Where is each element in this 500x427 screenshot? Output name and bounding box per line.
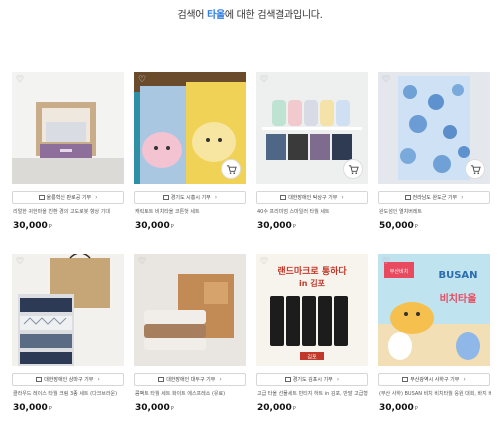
product-price: 30,000P (135, 403, 174, 413)
chevron-right-icon: › (95, 194, 98, 201)
product-description: 캐릭토트 비치타올 코튼헛 세트 (135, 209, 200, 215)
search-prefix: 검색어 (177, 10, 205, 21)
cart-button[interactable] (465, 159, 485, 179)
product-description: 완도섬인 열치버레트 (379, 209, 422, 215)
product-price: 20,000P (257, 403, 296, 413)
heart-icon[interactable]: ♡ (138, 257, 148, 267)
banner-city: BUSAN (438, 270, 477, 281)
product-image[interactable]: 랜드마크로 통하다 in 김포 김포 ♡ (256, 254, 368, 366)
product-description: 고급 타올 선물세트 빈티지 하트 in 김포, 반말 고급형 200g 수건 (257, 391, 369, 397)
donation-badge[interactable]: 경기도 시흥시 기부 › (134, 191, 246, 204)
product-price: 30,000P (257, 221, 296, 231)
heart-icon[interactable]: ♡ (138, 75, 148, 85)
chevron-right-icon: › (341, 194, 344, 201)
product-price: 30,000P (379, 403, 418, 413)
chevron-right-icon: › (219, 376, 222, 383)
product-image[interactable]: ♡ (12, 254, 124, 366)
product-description: 40수 프리미엄 스마일러 타월 세트 (257, 209, 330, 215)
product-photo (134, 254, 246, 366)
store-icon (36, 377, 43, 382)
product-price: 30,000P (13, 403, 52, 413)
store-icon (162, 195, 169, 200)
product-image[interactable]: ♡ (134, 72, 246, 184)
cart-button[interactable] (221, 159, 241, 179)
product-description: 리얼한 귀한마을 친환 경의 고도로봇 향상 기대 (13, 209, 110, 215)
chevron-right-icon: › (214, 194, 218, 201)
heart-icon[interactable]: ♡ (260, 257, 270, 267)
cart-button[interactable] (343, 159, 363, 179)
product-photo: 부산비치 BUSAN 비치타올 (378, 254, 490, 366)
heart-icon[interactable]: ♡ (16, 257, 26, 267)
banner-subline: in 김포 (299, 278, 326, 288)
banner-headline: 랜드마크로 통하다 (277, 265, 347, 277)
store-icon (284, 377, 291, 382)
product-photo: 랜드마크로 통하다 in 김포 김포 (256, 254, 368, 366)
search-keyword: 타올 (207, 10, 225, 21)
banner-brand: 김포 (307, 354, 317, 361)
chevron-right-icon: › (461, 194, 464, 201)
product-description: (부산 사하) BUSAN 비치 비치타월 응원 대회, 바지 비치 (379, 391, 491, 397)
donation-badge[interactable]: 전라남도 완도군 기부 › (378, 191, 490, 204)
chevron-right-icon: › (97, 376, 100, 383)
heart-icon[interactable]: ♡ (382, 75, 392, 85)
product-image[interactable]: ♡ (378, 72, 490, 184)
product-image[interactable]: ♡ (12, 72, 124, 184)
search-suffix: 에 대한 검색결과입니다. (224, 10, 323, 21)
product-image[interactable]: ♡ (134, 254, 246, 366)
product-price: 30,000P (13, 221, 52, 231)
store-icon (158, 377, 165, 382)
banner-small: 부산비치 (390, 268, 408, 275)
product-description: 콤팩트 타월 세트 화이트 에스프레소 (유료) (135, 391, 226, 397)
heart-icon[interactable]: ♡ (382, 257, 392, 267)
cart-icon (470, 164, 481, 174)
product-price: 50,000P (379, 221, 418, 231)
product-photo (12, 254, 124, 366)
cart-icon (226, 164, 237, 174)
chevron-right-icon: › (336, 376, 340, 383)
heart-icon[interactable]: ♡ (260, 75, 270, 85)
product-price: 30,000P (135, 221, 174, 231)
donation-badge[interactable]: 대한장애인 대두구 기부 › (134, 373, 246, 386)
cart-icon (348, 164, 359, 174)
product-description: 클라우드 레이스 타월 크림 3종 세트 (다크브라운) (13, 391, 118, 397)
product-photo (12, 72, 124, 184)
heart-icon[interactable]: ♡ (16, 75, 26, 85)
banner-title: 비치타올 (440, 292, 477, 305)
chevron-right-icon: › (463, 376, 466, 383)
product-image[interactable]: ♡ (256, 72, 368, 184)
donation-badge[interactable]: 경기도 김포시 기부 › (256, 373, 368, 386)
store-icon (38, 195, 45, 200)
store-icon (404, 195, 411, 200)
donation-badge[interactable]: 대한장애인 상마구 기부 › (12, 373, 124, 386)
store-icon (402, 377, 409, 382)
donation-badge[interactable]: 부산광역시 사하구 기부 › (378, 373, 490, 386)
product-image[interactable]: 부산비치 BUSAN 비치타올 ♡ (378, 254, 490, 366)
store-icon (280, 195, 287, 200)
donation-badge[interactable]: 울릉혁신 판로공 기부 › (12, 191, 124, 204)
search-result-title: 검색어 타올에 대한 검색결과입니다. (0, 6, 500, 21)
donation-badge[interactable]: 대한장애인 탁상구 기부 › (256, 191, 368, 204)
